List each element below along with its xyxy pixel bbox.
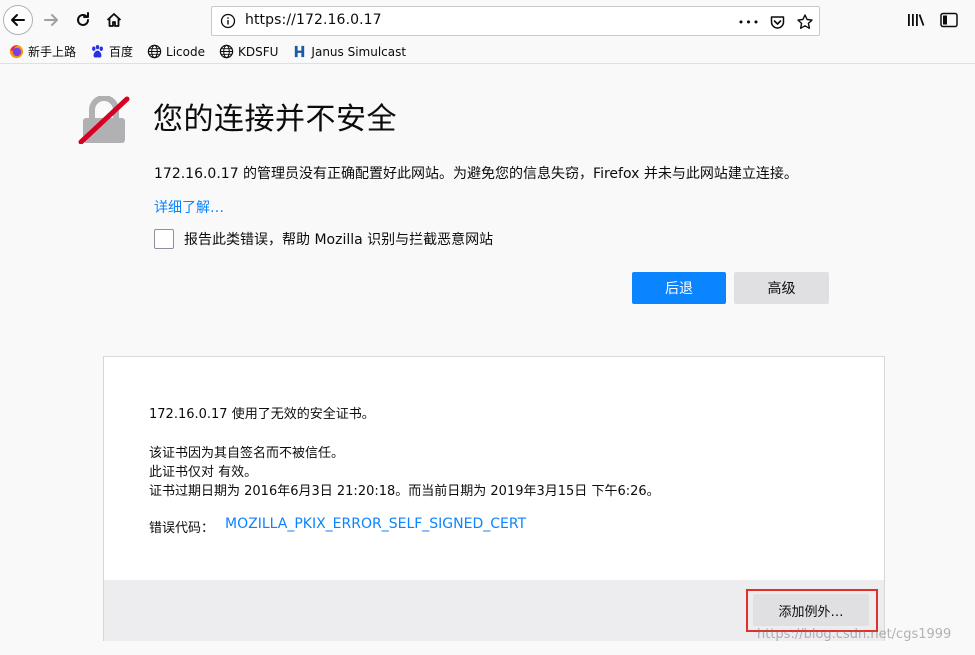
advanced-button[interactable]: 高级 xyxy=(734,272,829,304)
error-description: 172.16.0.17 的管理员没有正确配置好此网站。为避免您的信息失窃，Fir… xyxy=(154,166,798,182)
reload-button[interactable] xyxy=(68,5,98,35)
cert-expiry-text: 证书过期日期为 2016年6月3日 21:20:18。而当前日期为 2019年3… xyxy=(149,484,660,499)
sidebar-button[interactable] xyxy=(938,10,960,30)
firefox-icon xyxy=(8,44,24,60)
sidebar-icon xyxy=(940,12,958,28)
page-title: 您的连接并不安全 xyxy=(153,102,397,137)
home-icon xyxy=(106,13,122,27)
invalid-cert-text: 172.16.0.17 使用了无效的安全证书。 xyxy=(149,407,375,422)
bookmark-item[interactable]: Licode xyxy=(146,44,205,60)
library-icon xyxy=(908,14,925,26)
error-code-link[interactable]: MOZILLA_PKIX_ERROR_SELF_SIGNED_CERT xyxy=(225,516,526,532)
bookmark-item[interactable]: 新手上路 xyxy=(8,43,76,60)
globe-icon xyxy=(146,44,162,60)
janus-icon xyxy=(291,44,307,60)
back-nav-button[interactable] xyxy=(3,5,33,35)
bookmark-item[interactable]: KDSFU xyxy=(218,44,278,60)
home-button[interactable] xyxy=(99,5,129,35)
bookmark-star-button[interactable] xyxy=(795,12,815,32)
star-icon xyxy=(797,14,813,29)
go-back-button[interactable]: 后退 xyxy=(632,272,726,304)
url-text[interactable]: https://172.16.0.17 xyxy=(245,12,382,28)
info-icon[interactable] xyxy=(220,13,236,29)
bookmark-item[interactable]: Janus Simulcast xyxy=(291,44,406,60)
add-exception-button[interactable]: 添加例外… xyxy=(753,594,869,626)
pocket-icon xyxy=(770,15,784,29)
arrow-right-icon xyxy=(44,14,58,26)
advanced-panel: 172.16.0.17 使用了无效的安全证书。 该证书因为其自签名而不被信任。 … xyxy=(103,356,885,641)
browser-toolbar: https://172.16.0.17 ••• xyxy=(0,0,975,40)
pocket-button[interactable] xyxy=(767,12,787,32)
reload-icon xyxy=(77,12,89,26)
bookmark-item[interactable]: 百度 xyxy=(89,43,133,60)
error-code-label: 错误代码： xyxy=(149,521,215,536)
library-button[interactable] xyxy=(905,10,927,30)
bookmark-label: 新手上路 xyxy=(28,45,77,59)
bookmark-label: 百度 xyxy=(109,45,134,59)
bookmarks-bar: 新手上路 百度 Licode KDSFU Janus Simulcast xyxy=(0,40,975,64)
globe-icon xyxy=(218,44,234,60)
broken-lock-icon xyxy=(78,96,130,144)
bookmark-label: Janus Simulcast xyxy=(311,44,407,59)
report-error-checkbox[interactable] xyxy=(154,229,174,249)
arrow-left-icon xyxy=(11,14,25,26)
page-actions-button[interactable]: ••• xyxy=(737,12,761,32)
cert-valid-for-text: 此证书仅对 有效。 xyxy=(149,465,258,480)
learn-more-link[interactable]: 详细了解… xyxy=(154,197,224,217)
watermark-text: https://blog.csdn.net/cgs1999 xyxy=(757,627,952,642)
url-bar[interactable]: https://172.16.0.17 ••• xyxy=(211,6,820,36)
report-error-label[interactable]: 报告此类错误，帮助 Mozilla 识别与拦截恶意网站 xyxy=(184,229,493,249)
forward-nav-button[interactable] xyxy=(36,5,66,35)
more-icon: ••• xyxy=(737,15,761,29)
self-signed-text: 该证书因为其自签名而不被信任。 xyxy=(149,446,345,461)
baidu-icon xyxy=(89,44,105,60)
bookmark-label: KDSFU xyxy=(238,44,279,59)
report-error-row: 报告此类错误，帮助 Mozilla 识别与拦截恶意网站 xyxy=(154,229,493,249)
bookmark-label: Licode xyxy=(166,44,205,59)
